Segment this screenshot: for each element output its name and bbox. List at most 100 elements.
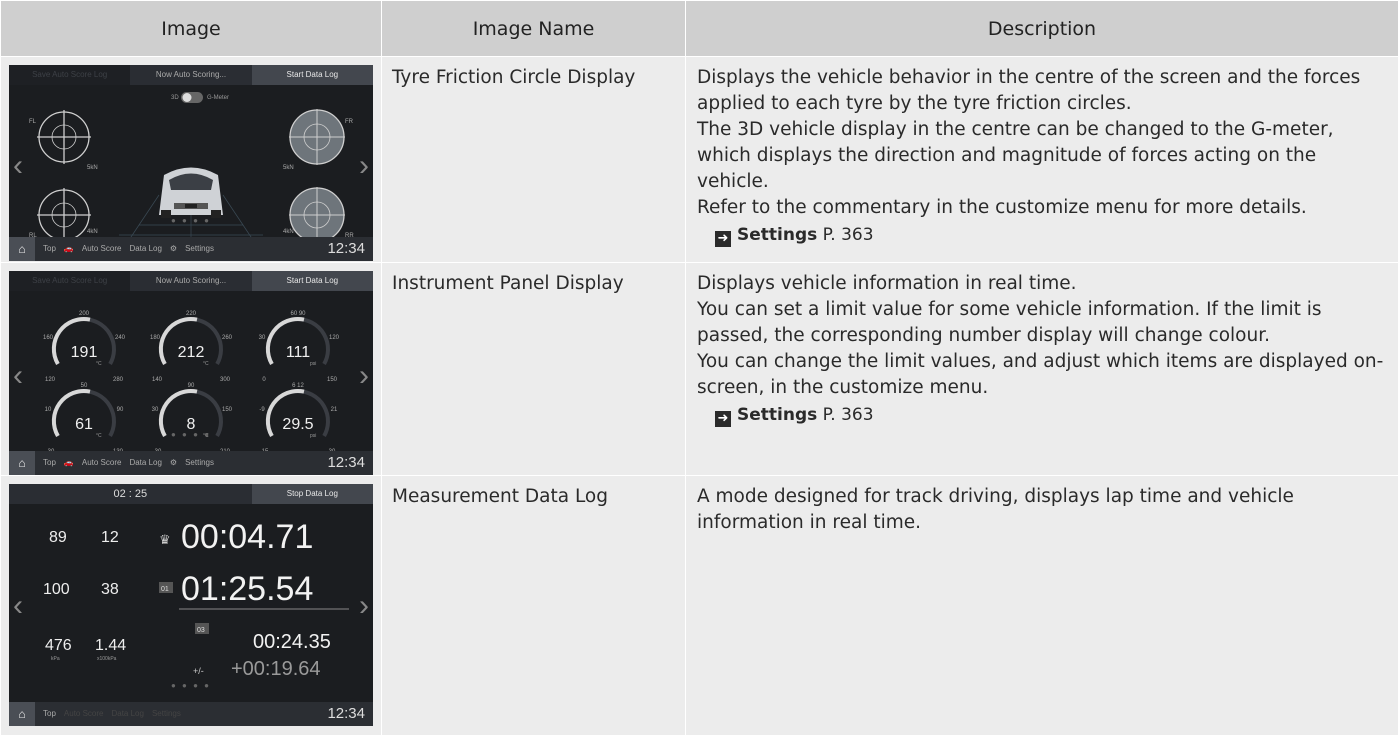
car-icon: 🚗 — [63, 458, 74, 467]
gauge-tick-left: 180 — [150, 335, 161, 341]
force-fl: 5kN — [87, 165, 98, 171]
toggle-label-right: G-Meter — [207, 95, 229, 101]
car-icon: 🚗 — [63, 244, 74, 253]
nav-settings: Settings — [185, 458, 214, 467]
gauge-tick-right: 150 — [222, 407, 233, 413]
gauge-unit: psi — [310, 361, 316, 367]
nav-settings: Settings — [151, 709, 181, 718]
next-page-icon: › — [359, 588, 369, 622]
nav-auto-score: Auto Score — [63, 709, 104, 718]
next-page-icon: › — [359, 358, 369, 392]
home-icon: ⌂ — [9, 451, 35, 475]
gauge-tick-left: 10 — [45, 407, 52, 413]
settings-reference: ➜ Settings P. 363 — [697, 222, 1388, 248]
gauge-value: 191 — [71, 344, 98, 361]
nav-data-log: Data Log — [129, 458, 162, 467]
screen-bottom-bar: ⌂ Top Auto Score Data Log Settings 12:34 — [9, 702, 373, 726]
page-dots: ● ● ● ● — [171, 430, 211, 439]
gauge-tick-left: 30 — [152, 407, 159, 413]
gauge-tick-left: -9 — [259, 407, 265, 413]
nav-top: Top — [43, 709, 56, 718]
gauge-tick-top: 50 — [81, 383, 88, 389]
description-line: Displays the vehicle behavior in the cen… — [697, 67, 1361, 114]
settings-reference: ➜ Settings P. 363 — [697, 402, 1388, 428]
description-line: You can set a limit value for some vehic… — [697, 299, 1322, 346]
screen-bottom-bar: ⌂ Top 🚗 Auto Score Data Log ⚙ Settings 1… — [9, 451, 373, 475]
description-line: Refer to the commentary in the customize… — [697, 197, 1307, 218]
screen-clock: 12:34 — [327, 705, 365, 722]
header-row: Image Image Name Description — [0, 0, 1398, 57]
table-row: Save Auto Score Log Now Auto Scoring... … — [0, 262, 1398, 476]
nav-top: Top — [43, 458, 56, 467]
description-cell: A mode designed for track driving, displ… — [685, 475, 1398, 736]
screen-clock: 12:34 — [327, 240, 365, 257]
header-image-name: Image Name — [381, 0, 686, 57]
lap-prev: 00:24.35 — [253, 631, 331, 653]
table-row: 02 : 25 Stop Data Log 89 12 100 38 476 1… — [0, 475, 1398, 736]
nav-auto-score: Auto Score — [81, 244, 122, 253]
value-b2: 38 — [101, 581, 119, 598]
value-a3: 476 — [45, 637, 72, 654]
description-cell: Displays vehicle information in real tim… — [685, 262, 1398, 476]
force-fr: 5kN — [283, 165, 294, 171]
nav-top: Top — [43, 244, 56, 253]
gear-icon: ⚙ — [169, 244, 178, 253]
badge-prev-label: 03 — [197, 627, 205, 634]
value-b3: 1.44 — [95, 637, 126, 654]
screen-bottom-bar: ⌂ Top 🚗 Auto Score Data Log ⚙ Settings 1… — [9, 237, 373, 261]
gauge-tick-top: 200 — [79, 311, 90, 317]
prev-page-icon: ‹ — [13, 358, 23, 392]
value-a2: 100 — [43, 581, 70, 598]
instrument-panel-screenshot: Save Auto Score Log Now Auto Scoring... … — [9, 271, 373, 475]
gauge-tick-low-right: 300 — [220, 377, 231, 383]
unit-b3: x100kPa — [97, 656, 117, 662]
image-cell: 02 : 25 Stop Data Log 89 12 100 38 476 1… — [0, 475, 382, 736]
table-row: Save Auto Score Log Now Auto Scoring... … — [0, 56, 1398, 263]
corner-fr: FR — [345, 119, 354, 125]
gauge-tick-top: 220 — [186, 311, 197, 317]
unit-a3: kPa — [51, 656, 60, 662]
gauge-tick-low-right: 280 — [113, 377, 124, 383]
friction-circle-screenshot: Save Auto Score Log Now Auto Scoring... … — [9, 65, 373, 261]
gauge-unit: °C — [96, 361, 102, 367]
image-cell: Save Auto Score Log Now Auto Scoring... … — [0, 56, 382, 263]
gauge-tick-left: 160 — [43, 335, 54, 341]
gauge-tick-low-left: 140 — [152, 377, 163, 383]
home-icon: ⌂ — [9, 237, 35, 261]
gauge-tick-top: 60 90 — [290, 311, 306, 317]
gauge-tick-right: 260 — [222, 335, 233, 341]
next-page-icon: › — [359, 149, 369, 183]
lap-best: 01:25.54 — [181, 570, 313, 608]
gear-icon: ⚙ — [169, 458, 178, 467]
arrow-right-icon: ➜ — [715, 231, 731, 247]
gauge-tick-left: 30 — [259, 335, 266, 341]
info-table: Image Image Name Description Save Auto S… — [0, 0, 1398, 736]
page-dots: ● ● ● ● — [171, 216, 211, 225]
image-name-cell: Tyre Friction Circle Display — [381, 56, 686, 263]
image-name-cell: Measurement Data Log — [381, 475, 686, 736]
nav-auto-score: Auto Score — [81, 458, 122, 467]
image-cell: Save Auto Score Log Now Auto Scoring... … — [0, 262, 382, 476]
description-line: The 3D vehicle display in the centre can… — [697, 119, 1334, 192]
gauge-value: 212 — [178, 344, 205, 361]
tyre-circle-fr — [289, 109, 345, 165]
gauge-tick-top: 90 — [188, 383, 195, 389]
toggle-knob — [182, 93, 192, 102]
page-ref: P. 363 — [822, 225, 874, 245]
nav-data-log: Data Log — [129, 244, 162, 253]
description-line: You can change the limit values, and adj… — [697, 351, 1384, 398]
description-line: A mode designed for track driving, displ… — [697, 486, 1294, 533]
gauge-tick-low-right: 150 — [327, 377, 338, 383]
crown-icon: ♛ — [159, 532, 171, 547]
gauge-unit: °C — [203, 361, 209, 367]
settings-link[interactable]: Settings — [737, 225, 817, 245]
gauge-tick-right: 21 — [331, 407, 338, 413]
screen-clock: 12:34 — [327, 454, 365, 471]
page-dots: ● ● ● ● — [171, 681, 211, 690]
gauge-tick-low-left: 0 — [262, 377, 266, 383]
tyre-circle-fl — [37, 110, 91, 164]
prev-page-icon: ‹ — [13, 149, 23, 183]
header-image: Image — [0, 0, 382, 57]
settings-link[interactable]: Settings — [737, 405, 817, 425]
gauge-tick-right: 120 — [329, 335, 340, 341]
